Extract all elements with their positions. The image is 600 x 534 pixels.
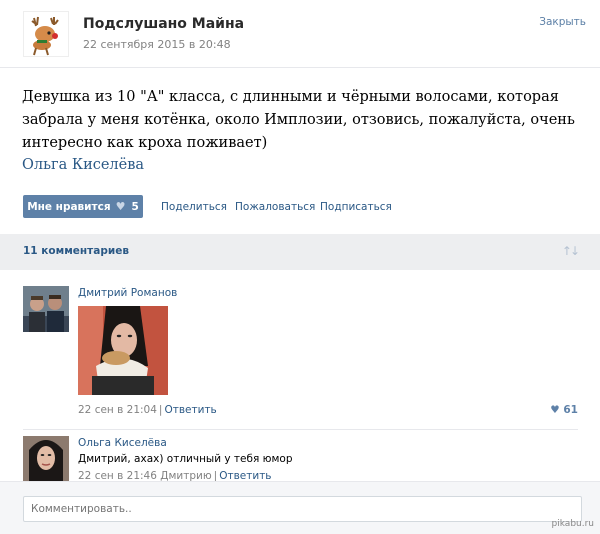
commenter-photo (23, 286, 69, 332)
comment-like-count: 61 (563, 404, 578, 416)
comment-meta: 22 сен в 21:04 | Ответить (78, 404, 217, 416)
post-text: Девушка из 10 "А" класса, с длинными и ч… (22, 89, 575, 151)
comment-like-button[interactable]: ♥ 61 (550, 404, 578, 416)
group-name[interactable]: Подслушано Майна (83, 16, 244, 32)
like-button[interactable]: Мне нравится ♥ 5 (23, 195, 143, 218)
reply-button[interactable]: Ответить (164, 404, 216, 416)
comment-text: Дмитрий, ахах) отличный у тебя юмор (78, 453, 293, 465)
close-button[interactable]: Закрыть (539, 16, 586, 28)
comment-item: Ольга Киселёва Дмитрий, ахах) отличный у… (0, 433, 600, 482)
sort-arrows-icon[interactable]: ↑↓ (562, 244, 580, 258)
comment-author-link[interactable]: Ольга Киселёва (78, 437, 167, 449)
report-link[interactable]: Пожаловаться (235, 201, 315, 213)
heart-icon: ♥ (550, 404, 560, 416)
comment-divider (23, 429, 578, 430)
subscribe-link[interactable]: Подписаться (320, 201, 392, 213)
like-label: Мне нравится (27, 200, 111, 213)
comment-photo[interactable] (78, 306, 168, 395)
comment-input[interactable] (23, 496, 582, 522)
attached-photo (78, 306, 168, 395)
comments-count[interactable]: 11 комментариев (23, 245, 129, 257)
avatar[interactable] (23, 436, 69, 482)
share-link[interactable]: Поделиться (161, 201, 227, 213)
avatar[interactable] (23, 286, 69, 332)
post-header: Подслушано Майна 22 сентября 2015 в 20:4… (0, 0, 600, 68)
comment-date[interactable]: 22 сен в 21:04 (78, 404, 157, 416)
post-signer-link[interactable]: Ольга Киселёва (22, 157, 144, 173)
like-count: 5 (131, 200, 139, 213)
watermark: pikabu.ru (551, 519, 594, 529)
heart-icon: ♥ (115, 200, 126, 213)
deer-logo-icon (31, 16, 59, 56)
comment-author-link[interactable]: Дмитрий Романов (78, 287, 177, 299)
commenter-photo (23, 436, 69, 482)
group-avatar[interactable] (23, 11, 69, 57)
comment-item: Дмитрий Романов 22 сен в 21:04 | Ответить … (0, 284, 600, 429)
comment-composer (0, 481, 600, 534)
comments-header: 11 комментариев ↑↓ (0, 234, 600, 270)
post-date[interactable]: 22 сентября 2015 в 20:48 (83, 38, 231, 51)
